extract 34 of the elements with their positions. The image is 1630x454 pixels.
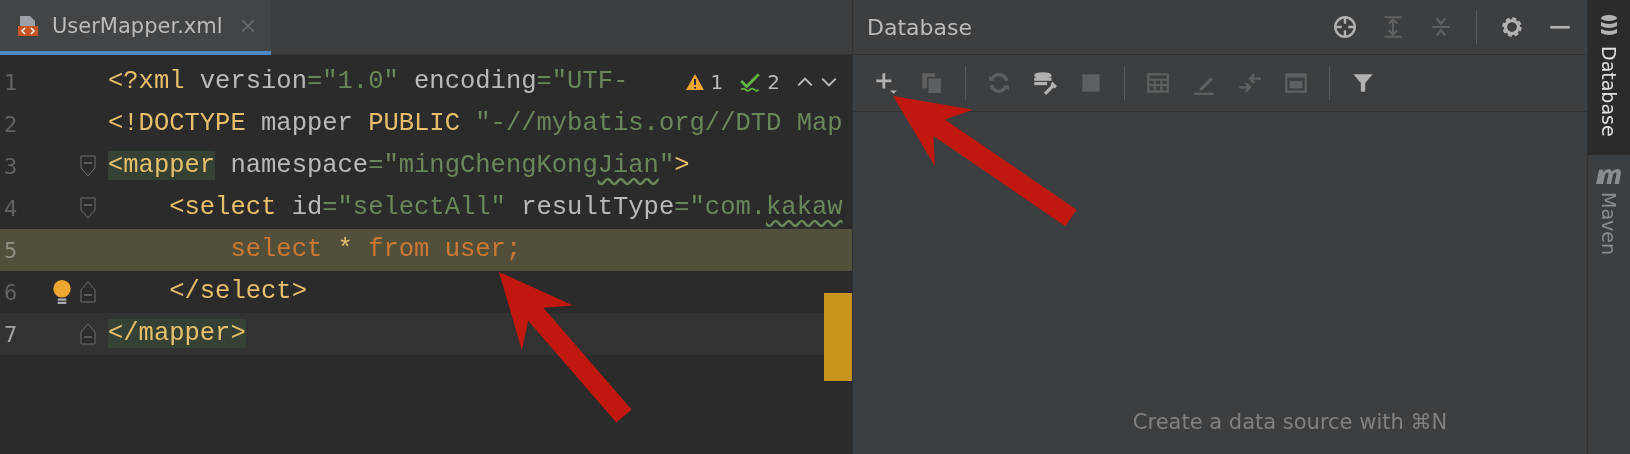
code-line: select * from user; <box>229 234 522 266</box>
line-number: 7 <box>3 321 19 347</box>
line-number: 3 <box>3 153 19 179</box>
weak-warning-count: 2 <box>767 70 780 94</box>
code-line: <select id="selectAll" resultType="com.kakaw <box>168 192 843 224</box>
file-tab[interactable]: UserMapper.xml <box>0 0 271 55</box>
close-icon[interactable] <box>240 18 255 33</box>
database-icon <box>1599 14 1619 38</box>
fold-icon[interactable] <box>80 322 96 346</box>
warning-icon <box>684 73 705 91</box>
lightbulb-icon[interactable] <box>51 279 73 305</box>
database-wrench-icon[interactable] <box>1032 70 1058 96</box>
panel-title: Database <box>867 14 972 40</box>
line-number: 2 <box>3 111 19 137</box>
fold-icon[interactable] <box>80 154 96 178</box>
line-number: 6 <box>3 279 19 305</box>
line-number: 5 <box>3 237 19 263</box>
warning-count: 1 <box>710 70 724 94</box>
code-line: </select> <box>168 276 307 308</box>
check-icon <box>739 71 762 93</box>
plus-icon[interactable] <box>873 70 899 96</box>
fold-icon[interactable] <box>80 280 96 304</box>
code-line: <?xml version="1.0" encoding="UTF- <box>108 66 629 98</box>
settings-icon[interactable] <box>1499 14 1525 40</box>
maven-icon <box>1596 168 1622 184</box>
empty-state-text: Create a data source with ⌘N <box>1132 410 1448 434</box>
code-line: <!DOCTYPE mapper PUBLIC "-//mybatis.org//DTD Map <box>108 108 843 140</box>
side-tab[interactable]: Database <box>1588 0 1630 155</box>
crosshair-icon[interactable] <box>1332 14 1358 40</box>
line-number: 1 <box>3 69 19 95</box>
xml-file-icon <box>16 13 40 38</box>
code-line: <mapper namespace="mingChengKongJian"> <box>108 150 690 182</box>
fold-icon[interactable] <box>80 196 96 220</box>
line-number: 4 <box>3 195 19 221</box>
